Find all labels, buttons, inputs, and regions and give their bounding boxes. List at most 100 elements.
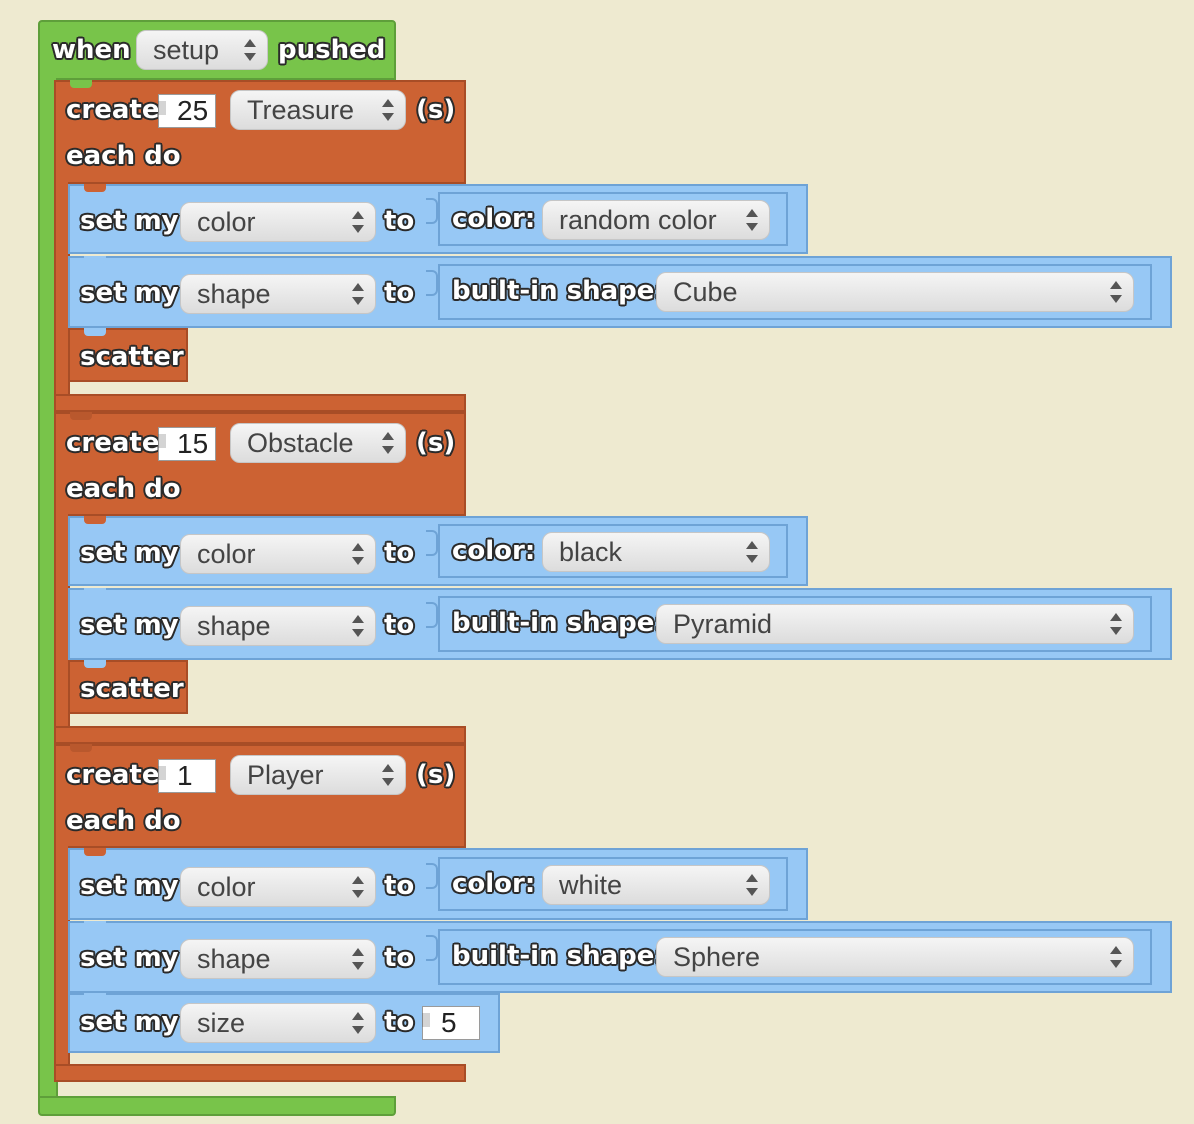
set-my-label: set my — [80, 278, 179, 308]
create-block-treasure-footer — [54, 394, 466, 412]
shape-select-value: Sphere — [673, 942, 761, 972]
set-my-label: set my — [80, 610, 179, 640]
suffix-label: (s) — [416, 428, 456, 458]
create-block-player-footer — [54, 1064, 466, 1082]
breed-select[interactable]: Treasure — [230, 90, 406, 130]
chevron-updown-icon — [746, 208, 758, 232]
pushed-label: pushed — [278, 35, 386, 65]
color-select-value: black — [559, 537, 623, 567]
when-pushed-block-footer — [38, 1096, 396, 1116]
to-label: to — [384, 943, 415, 973]
block-notch — [84, 184, 106, 192]
breed-select[interactable]: Obstacle — [230, 423, 406, 463]
property-select[interactable]: shape — [180, 606, 376, 646]
chevron-updown-icon — [382, 431, 394, 455]
property-select-value: size — [197, 1008, 246, 1038]
chevron-updown-icon — [352, 614, 364, 638]
value-socket — [426, 863, 438, 889]
set-my-label: set my — [80, 1007, 179, 1037]
color-select[interactable]: white — [542, 865, 770, 905]
block-notch — [84, 660, 106, 668]
block-notch — [70, 80, 92, 88]
property-select[interactable]: color — [180, 867, 376, 907]
shape-value-label: built-in shape: — [452, 941, 665, 971]
each-do-label: each do — [66, 141, 181, 171]
button-select[interactable]: setup — [136, 30, 268, 70]
create-label: create — [66, 760, 160, 790]
to-label: to — [384, 1007, 415, 1037]
block-notch — [84, 848, 106, 856]
block-notch — [84, 993, 106, 1001]
chevron-updown-icon — [1110, 945, 1122, 969]
property-select-value: shape — [197, 279, 271, 309]
count-input[interactable]: 1 — [158, 759, 216, 793]
blocks-workspace: when setup pushed create 25 Treasure (s)… — [0, 0, 1194, 1124]
to-label: to — [384, 610, 415, 640]
color-select[interactable]: black — [542, 532, 770, 572]
scatter-label: scatter — [80, 674, 184, 704]
property-select[interactable]: shape — [180, 274, 376, 314]
value-socket — [426, 198, 438, 224]
breed-select[interactable]: Player — [230, 755, 406, 795]
breed-select-value: Player — [247, 760, 324, 790]
block-notch — [84, 256, 106, 264]
property-select-value: color — [197, 872, 256, 902]
each-do-label: each do — [66, 806, 181, 836]
scatter-label: scatter — [80, 342, 184, 372]
shape-select-value: Cube — [673, 277, 738, 307]
property-select[interactable]: size — [180, 1003, 376, 1043]
chevron-updown-icon — [244, 38, 256, 62]
property-select-value: shape — [197, 611, 271, 641]
shape-select-value: Pyramid — [673, 609, 773, 639]
suffix-label: (s) — [416, 95, 456, 125]
create-label: create — [66, 428, 160, 458]
to-label: to — [384, 278, 415, 308]
set-my-label: set my — [80, 871, 179, 901]
breed-select-value: Obstacle — [247, 428, 354, 458]
count-input[interactable]: 15 — [158, 427, 216, 461]
count-input[interactable]: 25 — [158, 94, 216, 128]
set-my-label: set my — [80, 538, 179, 568]
chevron-updown-icon — [352, 542, 364, 566]
value-socket — [426, 602, 438, 628]
chevron-updown-icon — [382, 98, 394, 122]
chevron-updown-icon — [352, 1011, 364, 1035]
color-select-value: random color — [559, 205, 717, 235]
set-my-label: set my — [80, 943, 179, 973]
chevron-updown-icon — [1110, 280, 1122, 304]
suffix-label: (s) — [416, 760, 456, 790]
property-select[interactable]: color — [180, 534, 376, 574]
chevron-updown-icon — [352, 282, 364, 306]
block-notch — [84, 921, 106, 929]
create-label: create — [66, 95, 160, 125]
value-socket — [426, 530, 438, 556]
color-select-value: white — [559, 870, 623, 900]
block-notch — [70, 744, 92, 752]
shape-select[interactable]: Cube — [656, 272, 1134, 312]
set-my-label: set my — [80, 206, 179, 236]
when-label: when — [52, 35, 131, 65]
breed-select-value: Treasure — [247, 95, 355, 125]
color-value-label: color: — [452, 536, 536, 566]
block-notch — [84, 328, 106, 336]
block-notch — [84, 516, 106, 524]
shape-select[interactable]: Pyramid — [656, 604, 1134, 644]
chevron-updown-icon — [352, 210, 364, 234]
create-block-obstacle-footer — [54, 726, 466, 744]
property-select-value: color — [197, 207, 256, 237]
color-select[interactable]: random color — [542, 200, 770, 240]
color-value-label: color: — [452, 204, 536, 234]
property-select[interactable]: color — [180, 202, 376, 242]
chevron-updown-icon — [352, 875, 364, 899]
block-notch — [84, 588, 106, 596]
chevron-updown-icon — [746, 540, 758, 564]
shape-select[interactable]: Sphere — [656, 937, 1134, 977]
to-label: to — [384, 871, 415, 901]
to-label: to — [384, 206, 415, 236]
each-do-label: each do — [66, 474, 181, 504]
property-select[interactable]: shape — [180, 939, 376, 979]
chevron-updown-icon — [382, 763, 394, 787]
property-select-value: color — [197, 539, 256, 569]
size-input[interactable]: 5 — [422, 1006, 480, 1040]
chevron-updown-icon — [352, 947, 364, 971]
